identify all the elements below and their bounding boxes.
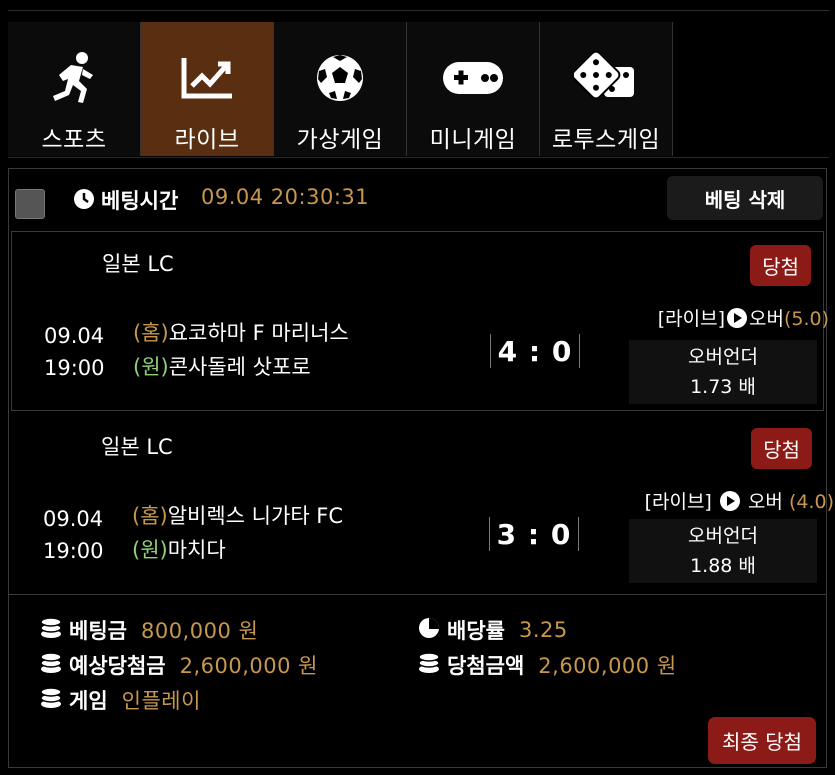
home-team-row: (홈)알비렉스 니가타 FC — [132, 499, 343, 533]
match-time: 19:00 — [44, 356, 105, 380]
expected-label: 예상당첨금 — [69, 654, 166, 678]
away-team-row: (원)콘사돌레 삿포로 — [133, 350, 349, 384]
away-tag: (원) — [132, 538, 168, 562]
game-row: 게임 인플레이 — [39, 685, 201, 715]
market-info: [라이브] 오버 (4.0) — [645, 487, 834, 514]
match-date: 09.04 — [44, 324, 105, 348]
line-chart-icon — [180, 48, 234, 108]
tab-label: 가상게임 — [296, 127, 384, 153]
match-datetime: 09.04 19:00 — [44, 320, 105, 384]
bet-odds: 1.88 배 — [690, 555, 756, 577]
tab-virtual-game[interactable]: 가상게임 — [274, 22, 407, 156]
match-date: 09.04 — [43, 507, 104, 531]
coins-icon — [39, 651, 63, 679]
won-label: 당첨금액 — [447, 654, 525, 678]
market-info: [라이브] 오버(5.0) — [658, 304, 829, 331]
bet-slip-card: 베팅시간 09.04 20:30:31 베팅 삭제 일본 LC 당첨 09.04… — [8, 168, 834, 770]
coins-icon — [417, 651, 441, 679]
pie-chart-icon — [417, 616, 441, 645]
game-label: 게임 — [69, 689, 108, 713]
game-value: 인플레이 — [121, 689, 201, 713]
tab-label: 스포츠 — [41, 127, 107, 153]
stake-row: 베팅금 800,000 원 — [39, 615, 258, 645]
home-team: 알비렉스 니가타 FC — [167, 504, 344, 528]
gamepad-icon — [441, 48, 505, 108]
odds-box: 오버언더 1.88 배 — [629, 519, 817, 583]
odds-rate-row: 배당률 3.25 — [417, 615, 568, 645]
market-pick: 오버 — [747, 491, 783, 513]
won-row: 당첨금액 2,600,000 원 — [417, 650, 677, 680]
match-teams: (홈)요코하마 F 마리너스 (원)콘사돌레 삿포로 — [133, 316, 349, 384]
play-icon — [726, 308, 747, 328]
away-team: 콘사돌레 삿포로 — [168, 355, 311, 379]
league-name: 일본 LC — [102, 252, 174, 276]
running-person-icon — [49, 48, 99, 108]
league-name: 일본 LC — [101, 435, 173, 459]
market-pick: 오버 — [748, 308, 784, 330]
market-prefix: [라이브] — [657, 308, 725, 330]
home-tag: (홈) — [133, 321, 169, 345]
match-score: 4 : 0 — [490, 334, 580, 368]
bet-header: 베팅시간 09.04 20:30:31 베팅 삭제 — [9, 169, 826, 229]
bet-summary: 베팅금 800,000 원 배당률 3.25 예상당첨금 2,600,000 원… — [9, 594, 826, 770]
bet-type: 오버언더 — [688, 346, 758, 368]
expected-value: 2,600,000 원 — [179, 654, 318, 678]
bet-odds: 1.73 배 — [690, 376, 756, 398]
stake-label: 베팅금 — [69, 619, 127, 643]
bet-type: 오버언더 — [688, 525, 758, 547]
match-time: 19:00 — [43, 539, 104, 563]
result-badge: 당첨 — [750, 245, 811, 286]
tab-label: 라이브 — [174, 127, 240, 153]
tab-label: 미니게임 — [429, 127, 517, 153]
away-team: 마치다 — [167, 538, 226, 562]
market-line: (5.0) — [783, 308, 829, 330]
rate-label: 배당률 — [447, 619, 505, 643]
expected-row: 예상당첨금 2,600,000 원 — [39, 650, 318, 680]
tab-label: 로투스게임 — [551, 127, 661, 153]
soccer-ball-icon — [315, 48, 365, 108]
delete-bet-button[interactable]: 베팅 삭제 — [667, 176, 823, 220]
bet-game-item: 일본 LC 당첨 09.04 19:00 (홈)요코하마 F 마리너스 (원)콘… — [11, 231, 829, 411]
won-value: 2,600,000 원 — [538, 654, 677, 678]
market-line: (4.0) — [788, 491, 834, 513]
coins-icon — [39, 686, 63, 714]
select-checkbox[interactable] — [15, 189, 45, 219]
play-icon — [719, 491, 740, 511]
tab-live[interactable]: 라이브 — [141, 22, 274, 156]
tab-mini-game[interactable]: 미니게임 — [407, 22, 540, 156]
top-divider — [8, 10, 829, 11]
final-win-button[interactable]: 최종 당첨 — [708, 717, 816, 764]
away-team-row: (원)마치다 — [132, 533, 343, 567]
match-score: 3 : 0 — [489, 517, 579, 551]
tab-lotus-game[interactable]: 로투스게임 — [540, 22, 673, 156]
stake-value: 800,000 원 — [140, 619, 259, 643]
tab-sports[interactable]: 스포츠 — [8, 22, 141, 156]
away-tag: (원) — [133, 355, 169, 379]
match-teams: (홈)알비렉스 니가타 FC (원)마치다 — [132, 499, 343, 567]
odds-box: 오버언더 1.73 배 — [629, 340, 817, 404]
category-tabs: 스포츠 라이브 가상게임 미니게임 로투스게임 — [8, 22, 678, 156]
bet-game-item: 일본 LC 당첨 09.04 19:00 (홈)알비렉스 니가타 FC (원)마… — [11, 415, 834, 595]
home-team-row: (홈)요코하마 F 마리너스 — [133, 316, 349, 350]
result-badge: 당첨 — [751, 428, 812, 469]
home-team: 요코하마 F 마리너스 — [168, 321, 349, 345]
market-prefix: [라이브] — [644, 491, 712, 513]
dice-icon — [574, 48, 638, 108]
clock-icon — [73, 188, 95, 214]
bet-time-value: 09.04 20:30:31 — [201, 185, 370, 209]
rate-value: 3.25 — [518, 618, 568, 642]
bet-time-label: 베팅시간 — [101, 189, 179, 213]
tab-divider — [8, 157, 829, 158]
coins-icon — [39, 616, 63, 644]
match-datetime: 09.04 19:00 — [43, 503, 104, 567]
home-tag: (홈) — [132, 504, 168, 528]
